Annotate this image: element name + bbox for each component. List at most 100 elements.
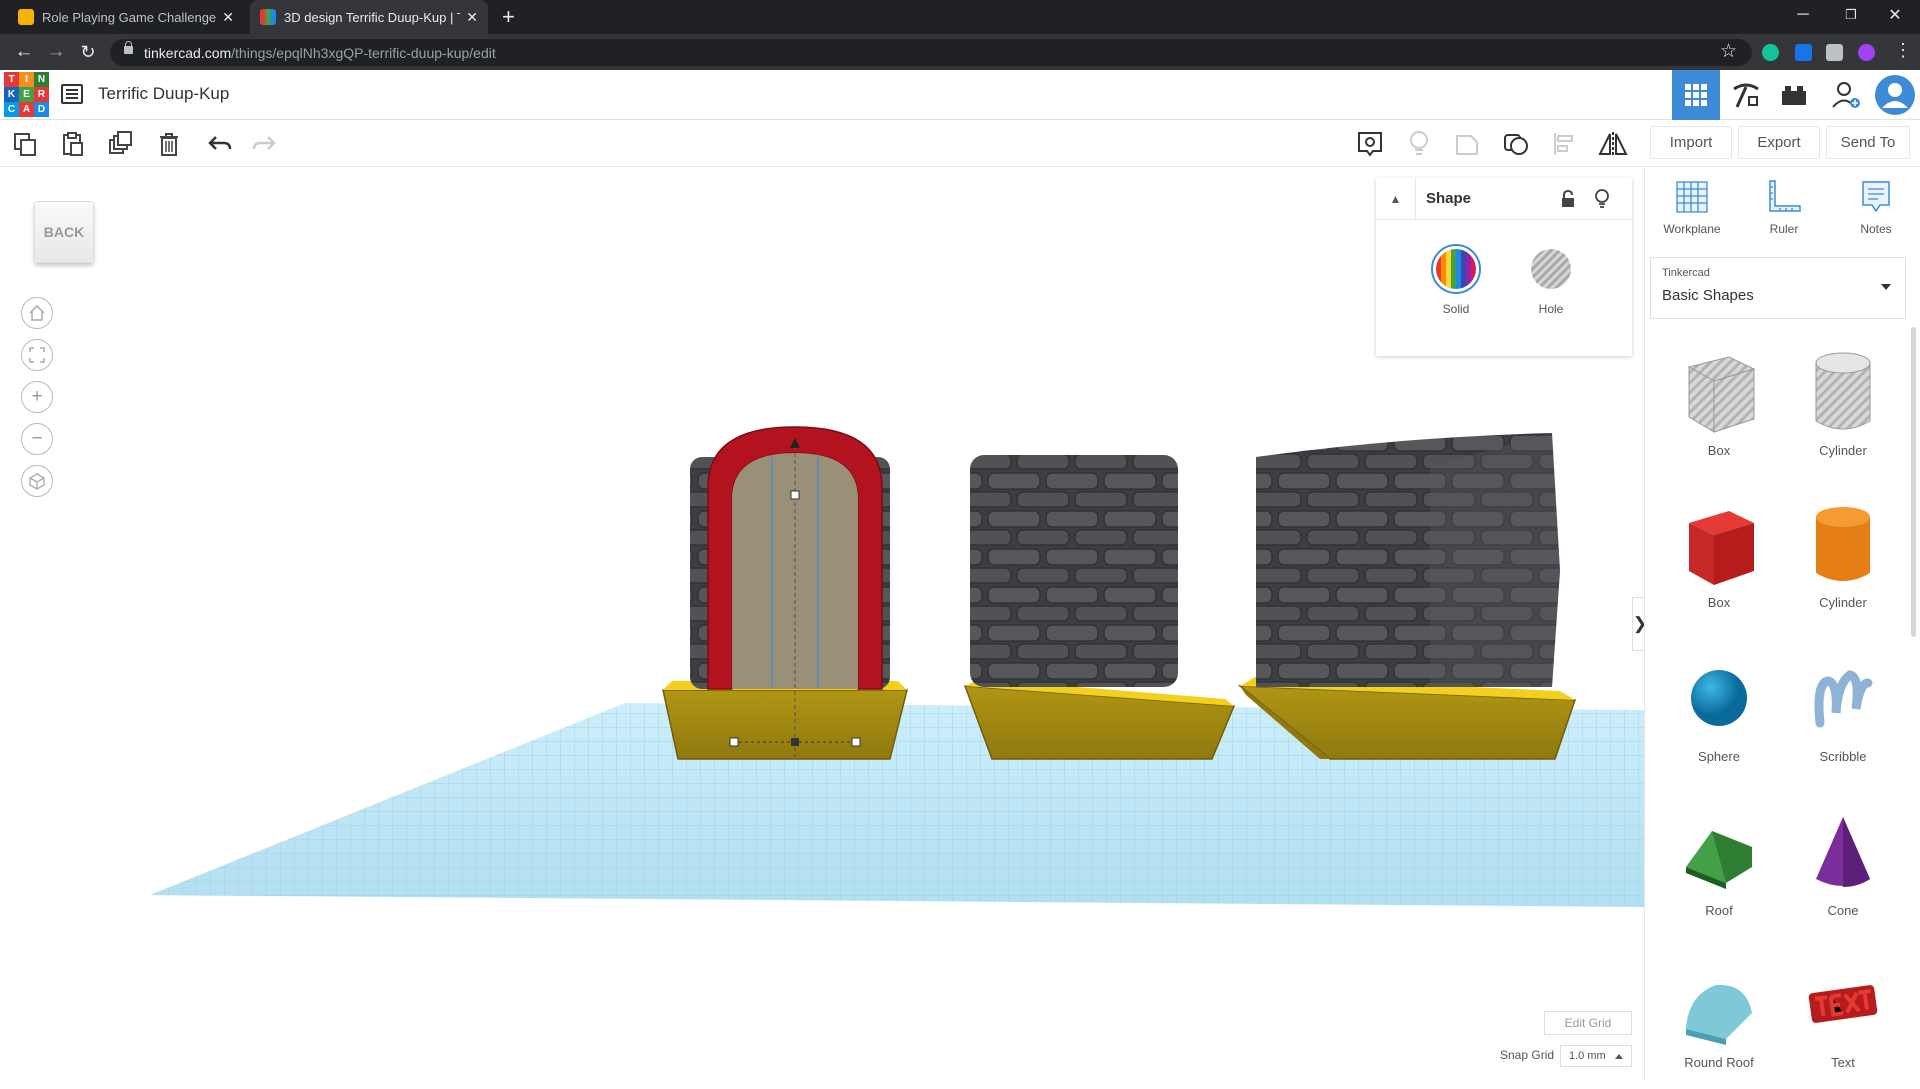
logo-letter: T (4, 72, 19, 87)
striped-box-icon (1687, 356, 1756, 433)
undo-button[interactable] (204, 129, 234, 159)
delete-button[interactable] (154, 129, 184, 159)
back-arrow-icon[interactable]: ← (12, 40, 36, 64)
shape-text[interactable]: Text (1783, 959, 1903, 1089)
import-button[interactable]: Import (1650, 126, 1732, 159)
browser-tab-tinkercad[interactable]: 3D design Terrific Duup-Kup | Tin ✕ (250, 0, 488, 34)
close-icon[interactable]: ✕ (466, 9, 478, 26)
zoom-out-button[interactable]: − (21, 423, 53, 455)
purple-cone-icon (1816, 817, 1870, 887)
profile-extension-icon[interactable] (1858, 44, 1875, 61)
forward-arrow-icon[interactable]: → (44, 40, 68, 64)
export-button[interactable]: Export (1738, 126, 1820, 159)
minimize-icon[interactable]: ─ (1780, 0, 1826, 30)
extension-icon[interactable] (1795, 44, 1812, 61)
chrome-menu-icon[interactable]: ⋮ (1894, 40, 1912, 61)
invite-user-button[interactable] (1822, 70, 1870, 120)
maximize-icon[interactable]: ❐ (1828, 0, 1874, 30)
shape-box[interactable]: Box (1659, 499, 1779, 629)
tab-favicon-icon (260, 9, 276, 25)
copy-button[interactable] (10, 129, 40, 159)
shape-roof[interactable]: Roof (1659, 807, 1779, 937)
minus-icon: − (31, 428, 43, 449)
reload-icon[interactable]: ↻ (76, 40, 100, 64)
green-roof-icon (1686, 831, 1752, 889)
avatar-icon (1875, 75, 1915, 115)
paste-button[interactable] (58, 129, 88, 159)
logo-letter: K (4, 87, 19, 102)
resize-handle[interactable] (790, 490, 800, 500)
solid-color-button[interactable] (1431, 244, 1481, 299)
puzzle-extensions-icon[interactable] (1826, 44, 1843, 61)
address-bar[interactable]: tinkercad.com/things/epqlNh3xgQP-terrifi… (110, 39, 1752, 66)
lightbulb-icon[interactable] (1594, 188, 1610, 215)
align-button[interactable] (1550, 129, 1580, 159)
stone-wall-object[interactable] (963, 455, 1236, 760)
hole-button[interactable] (1528, 246, 1574, 297)
shape-label: Cylinder (1819, 595, 1867, 610)
notes-tool[interactable]: Notes (1837, 179, 1915, 236)
notes-tool-button[interactable] (1355, 129, 1385, 159)
tinkercad-logo[interactable]: T I N K E R C A D (4, 72, 49, 117)
lock-icon (124, 41, 133, 54)
shape-label: Sphere (1698, 749, 1740, 764)
shape-cone[interactable]: Cone (1783, 807, 1903, 937)
resize-handle[interactable] (729, 737, 739, 747)
new-tab-plus-icon[interactable]: + (502, 4, 515, 30)
inspector-title: Shape (1426, 190, 1472, 207)
ruler-tool[interactable]: Ruler (1745, 179, 1823, 236)
resize-handle[interactable] (791, 738, 799, 746)
window-close-icon[interactable]: ✕ (1872, 0, 1918, 30)
group-button[interactable] (1452, 129, 1482, 159)
bricks-view-button[interactable] (1770, 70, 1818, 120)
shapes-scrollbar[interactable] (1911, 327, 1916, 637)
close-icon[interactable]: ✕ (222, 9, 234, 26)
round-roof-icon (1686, 984, 1752, 1045)
snap-grid-select[interactable]: 1.0 mm (1560, 1045, 1632, 1067)
send-to-button[interactable]: Send To (1826, 126, 1910, 159)
fit-view-button[interactable] (21, 339, 53, 371)
shape-scribble[interactable]: Scribble (1783, 653, 1903, 783)
grammarly-extension-icon[interactable] (1762, 44, 1779, 61)
shape-sphere[interactable]: Sphere (1659, 653, 1779, 783)
collapse-inspector-button[interactable]: ▲ (1376, 177, 1416, 220)
back-button[interactable]: BACK (34, 201, 94, 263)
shape-box-hole[interactable]: Box (1659, 347, 1779, 477)
redo-button[interactable] (250, 129, 280, 159)
design-list-icon[interactable] (61, 84, 83, 104)
note-icon (1862, 181, 1890, 213)
shape-round-roof[interactable]: Round Roof (1659, 959, 1779, 1089)
zoom-in-button[interactable]: + (21, 381, 53, 413)
resize-handle[interactable] (851, 737, 861, 747)
door-wall-object[interactable] (662, 426, 908, 760)
perspective-button[interactable] (21, 465, 53, 497)
logo-letter: C (4, 102, 19, 117)
shape-cylinder[interactable]: Cylinder (1783, 499, 1903, 629)
lock-icon[interactable] (1560, 189, 1576, 214)
mirror-button[interactable] (1598, 129, 1628, 159)
show-all-button[interactable] (1404, 129, 1434, 159)
workplane-tool[interactable]: Workplane (1653, 179, 1731, 236)
brick-icon (1782, 86, 1806, 105)
user-avatar[interactable] (1870, 70, 1920, 120)
home-view-button[interactable] (21, 297, 53, 329)
shape-label: Roof (1705, 903, 1733, 918)
blocks-view-button[interactable] (1722, 70, 1770, 120)
design-title[interactable]: Terrific Duup-Kup (98, 84, 229, 104)
browser-tab-rpg[interactable]: Role Playing Game Challenge - Ir ✕ (8, 0, 244, 34)
shape-inspector: ▲ Shape Solid Hole (1376, 177, 1632, 356)
shape-label: Box (1707, 443, 1731, 458)
corner-wall-object[interactable] (1237, 433, 1577, 760)
bookmark-star-icon[interactable]: ☆ (1720, 40, 1737, 63)
text-3d-icon (1808, 985, 1878, 1023)
shape-cylinder-hole[interactable]: Cylinder (1783, 347, 1903, 477)
panel-toggle-button[interactable]: ❯ (1632, 597, 1644, 651)
library-name: Basic Shapes (1662, 287, 1754, 304)
3d-view-button[interactable] (1672, 70, 1720, 120)
edit-grid-button[interactable]: Edit Grid (1544, 1011, 1632, 1035)
shape-label: Cylinder (1819, 443, 1867, 458)
scribble-icon (1814, 670, 1873, 728)
shape-library-select[interactable]: Tinkercad Basic Shapes (1650, 257, 1906, 319)
ungroup-button[interactable] (1501, 129, 1531, 159)
duplicate-button[interactable] (106, 129, 136, 159)
